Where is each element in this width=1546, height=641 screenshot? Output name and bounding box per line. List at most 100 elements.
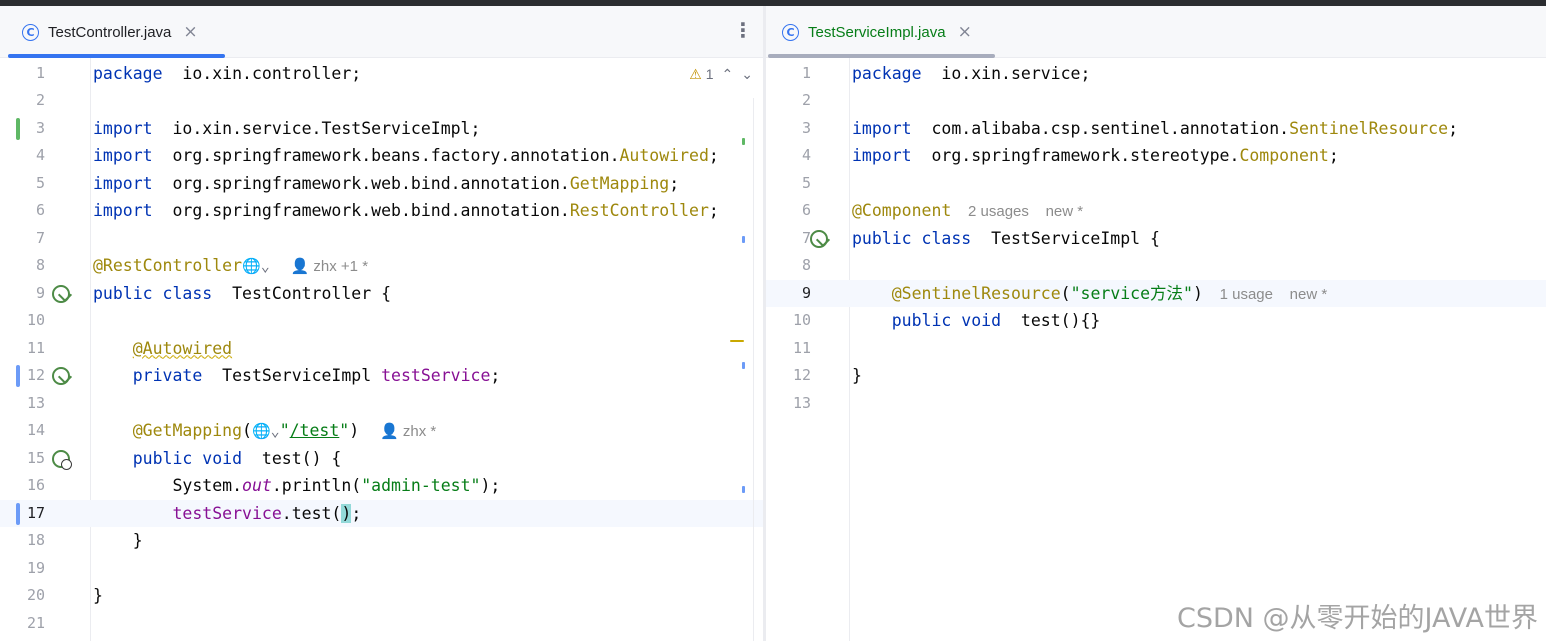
inlay-hint[interactable]: 2 usages new * (951, 203, 1083, 220)
globe-icon[interactable]: 🌐⌄ (252, 422, 280, 440)
code-line[interactable]: 10 public void test(){} (766, 307, 1546, 335)
code-token: ) (1192, 283, 1203, 303)
code-line[interactable]: 21 (0, 610, 763, 638)
next-highlight-icon[interactable]: ⌄ (741, 66, 753, 83)
code-line[interactable]: 7 (0, 225, 763, 253)
inlay-hint[interactable]: 👤 zhx * (359, 423, 436, 440)
watermark: CSDN @从零开始的JAVA世界 (1176, 603, 1538, 634)
line-number: 8 (35, 256, 45, 274)
code-line[interactable]: 9 @SentinelResource("service方法") 1 usage… (766, 279, 1546, 307)
line-number: 12 (792, 366, 811, 384)
code-line[interactable]: 2 (0, 87, 763, 115)
more-options-icon[interactable]: ⋮ (733, 20, 753, 40)
line-number: 2 (35, 91, 45, 109)
code-text: } (93, 582, 103, 610)
vcs-change-marker[interactable] (16, 117, 20, 140)
inlay-hint[interactable]: 1 usage new * (1203, 286, 1328, 303)
code-token: package (852, 63, 922, 83)
line-number: 15 (26, 448, 45, 467)
close-icon[interactable]: × (958, 22, 972, 42)
right-code-editor[interactable]: 1 package io.xin.service; 2 3 import com.ali… (766, 58, 1546, 641)
code-line[interactable]: 13 (0, 390, 763, 418)
code-line[interactable]: 7 public class TestServiceImpl { (766, 225, 1546, 253)
code-text: import com.alibaba.csp.sentinel.annotati… (852, 115, 1458, 143)
inlay-hint[interactable]: 👤 zhx +1 * (270, 258, 368, 275)
right-tab-bar: C TestServiceImpl.java × (766, 6, 1546, 58)
web-endpoint-icon[interactable] (52, 449, 72, 470)
spring-bean-icon[interactable] (52, 367, 70, 385)
code-line[interactable]: 20} (0, 582, 763, 610)
tab-test-service-impl[interactable]: C TestServiceImpl.java × (768, 6, 995, 58)
code-line[interactable]: 3 import io.xin.service.TestServiceImpl; (0, 115, 763, 143)
code-line[interactable]: 2 (766, 87, 1546, 115)
code-line[interactable]: 5 (766, 170, 1546, 198)
code-text: import org.springframework.web.bind.anno… (93, 197, 719, 225)
code-line[interactable]: 16 System.out.println("admin-test"); (0, 472, 763, 500)
tab-label: TestServiceImpl.java (808, 23, 946, 41)
code-token: ; (708, 201, 719, 220)
code-text: import org.springframework.web.bind.anno… (93, 170, 679, 198)
code-text: } (93, 527, 143, 555)
previous-highlight-icon[interactable]: ⌃ (722, 66, 734, 83)
scroll-marker (742, 138, 745, 145)
code-line[interactable]: 15 public void test() { (0, 445, 763, 473)
vcs-change-marker[interactable] (16, 502, 20, 525)
spring-bean-icon[interactable] (810, 229, 828, 248)
code-token: import (852, 118, 912, 138)
code-token: @GetMapping (132, 421, 243, 440)
warning-count: 1 (705, 66, 714, 82)
code-line[interactable]: 6 @Component 2 usages new * (766, 197, 1546, 225)
globe-icon[interactable]: 🌐⌄ (242, 257, 270, 275)
inspection-widget[interactable]: ⚠ 1 ⌃ ⌄ (689, 66, 753, 83)
code-line[interactable]: 13 (766, 390, 1546, 418)
code-token: import (93, 118, 153, 138)
code-line[interactable]: 19 (0, 555, 763, 583)
code-line[interactable]: 12 private TestServiceImpl testService; (0, 362, 763, 390)
code-token: import (852, 146, 912, 165)
code-text: public class TestServiceImpl { (852, 225, 1160, 253)
code-text: public void test(){} (852, 307, 1101, 335)
line-number: 10 (26, 311, 45, 329)
code-line[interactable]: 3 import com.alibaba.csp.sentinel.annotat… (766, 115, 1546, 143)
vertical-scrollbar[interactable] (753, 98, 761, 641)
code-token: } (852, 366, 862, 385)
code-line[interactable]: 1 package io.xin.controller; (0, 60, 763, 88)
code-line[interactable]: 8 @RestController🌐⌄ 👤 zhx +1 * (0, 252, 763, 280)
tab-test-controller[interactable]: C TestController.java × (8, 6, 225, 58)
line-number: 5 (35, 173, 45, 192)
vcs-change-marker[interactable] (16, 365, 20, 387)
code-line[interactable]: 11 @Autowired (0, 335, 763, 363)
spring-bean-icon[interactable] (52, 284, 70, 303)
code-line[interactable]: 6 import org.springframework.web.bind.ann… (0, 197, 763, 225)
code-line[interactable]: 4 import org.springframework.stereotype.C… (766, 142, 1546, 170)
line-number: 18 (26, 531, 45, 549)
scroll-marker (742, 236, 745, 243)
code-token: org.springframework.stereotype. (911, 146, 1240, 165)
code-token: public void (132, 448, 243, 468)
line-number: 14 (26, 421, 45, 439)
code-line[interactable]: 8 (766, 252, 1546, 280)
scroll-marker (730, 340, 744, 342)
code-token: @Autowired (132, 338, 233, 358)
code-line[interactable]: 5 import org.springframework.web.bind.ann… (0, 170, 763, 198)
code-line[interactable]: 1 package io.xin.service; (766, 60, 1546, 88)
code-line[interactable]: 18 } (0, 527, 763, 555)
code-line[interactable]: 12} (766, 362, 1546, 390)
code-line[interactable]: 9 public class TestController { (0, 280, 763, 308)
close-icon[interactable]: × (183, 22, 197, 42)
code-token: /test (289, 421, 340, 440)
code-line[interactable]: 10 (0, 307, 763, 335)
code-line[interactable]: 11 (766, 335, 1546, 363)
code-line[interactable]: 4 import org.springframework.beans.factor… (0, 142, 763, 170)
code-text: package io.xin.controller; (93, 60, 361, 88)
code-token: io.xin.service.TestServiceImpl; (152, 118, 481, 138)
code-line[interactable]: 17 testService.test(); (0, 499, 763, 527)
code-text: public class TestController { (93, 280, 391, 308)
left-code-editor[interactable]: 1 package io.xin.controller; 2 3 import io.x… (0, 58, 763, 641)
code-line[interactable]: 14 @GetMapping(🌐⌄"/test") 👤 zhx * (0, 417, 763, 445)
code-token: SentinelResource (1289, 118, 1449, 138)
code-token: org.springframework.web.bind.annotation. (152, 173, 570, 193)
left-tab-bar: C TestController.java × ⋮ (0, 6, 763, 58)
